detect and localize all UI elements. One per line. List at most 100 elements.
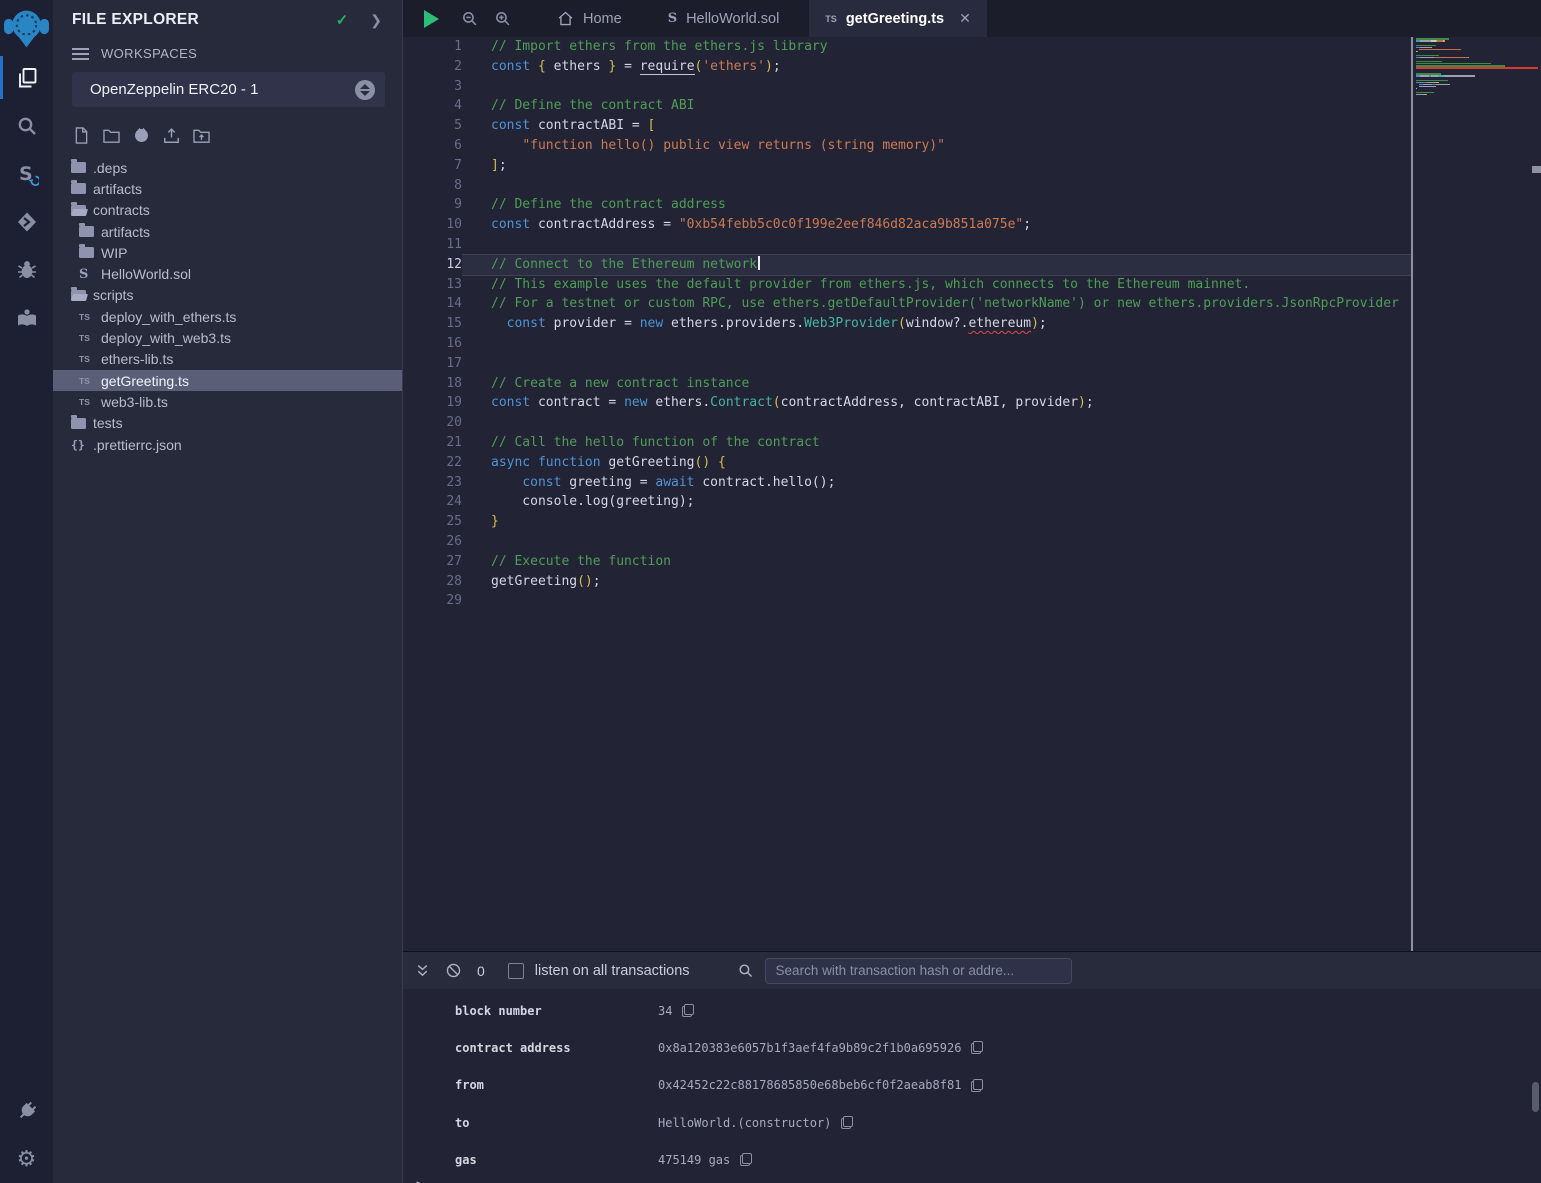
terminal-collapse-button[interactable]: [414, 962, 431, 979]
code-line-2[interactable]: 2const { ethers } = require('ethers');: [403, 57, 1411, 77]
tab-helloworld-sol[interactable]: S HelloWorld.sol: [652, 0, 796, 37]
sidebar-item-file-explorer[interactable]: [0, 54, 53, 102]
copy-icon[interactable]: [740, 1153, 752, 1166]
tree-item-artifacts[interactable]: artifacts: [53, 221, 402, 242]
new-file-icon[interactable]: [72, 126, 91, 145]
line-content: [462, 77, 1411, 97]
code-line-1[interactable]: 1// Import ethers from the ethers.js lib…: [403, 37, 1411, 57]
terminal-logs[interactable]: block number34contract address0x8a120383…: [403, 989, 1541, 1178]
tree-item-contracts[interactable]: contracts: [53, 200, 402, 221]
code-line-6[interactable]: 6 "function hello() public view returns …: [403, 136, 1411, 156]
sidebar-item-deploy-and-run[interactable]: [0, 198, 53, 246]
upload-folder-icon[interactable]: [192, 126, 211, 145]
clear-console-button[interactable]: [445, 962, 462, 979]
run-script-button[interactable]: [424, 10, 439, 28]
tree-item-getgreeting-ts[interactable]: TSgetGreeting.ts: [53, 370, 402, 391]
log-label: gas: [455, 1153, 658, 1167]
line-number: 13: [403, 275, 462, 295]
tree-item--deps[interactable]: .deps: [53, 157, 402, 178]
code-line-12[interactable]: 12// Connect to the Ethereum network: [403, 255, 1411, 275]
tree-item-web3-lib-ts[interactable]: TSweb3-lib.ts: [53, 391, 402, 412]
code-line-9[interactable]: 9// Define the contract address: [403, 195, 1411, 215]
code-line-28[interactable]: 28getGreeting();: [403, 572, 1411, 592]
code-line-14[interactable]: 14// For a testnet or custom RPC, use et…: [403, 294, 1411, 314]
zoom-out-button[interactable]: [461, 10, 478, 27]
code-line-19[interactable]: 19const contract = new ethers.Contract(c…: [403, 393, 1411, 413]
log-value: HelloWorld.(constructor): [658, 1116, 831, 1130]
tree-item-helloworld-sol[interactable]: SHelloWorld.sol: [53, 263, 402, 284]
tree-item-ethers-lib-ts[interactable]: TSethers-lib.ts: [53, 349, 402, 370]
code-line-25[interactable]: 25}: [403, 512, 1411, 532]
sidebar-item-debugger[interactable]: [0, 246, 53, 294]
code-line-18[interactable]: 18// Create a new contract instance: [403, 374, 1411, 394]
copy-icon[interactable]: [971, 1041, 983, 1054]
copy-icon[interactable]: [841, 1116, 853, 1129]
code-line-24[interactable]: 24 console.log(greeting);: [403, 492, 1411, 512]
ban-icon: [445, 962, 462, 979]
code-line-29[interactable]: 29: [403, 591, 1411, 611]
line-content: const contract = new ethers.Contract(con…: [462, 393, 1411, 413]
code-line-17[interactable]: 17: [403, 354, 1411, 374]
line-number: 2: [403, 57, 462, 77]
code-line-26[interactable]: 26: [403, 532, 1411, 552]
minimap[interactable]: [1416, 38, 1538, 98]
listen-label: listen on all transactions: [535, 963, 690, 979]
code-line-20[interactable]: 20: [403, 413, 1411, 433]
tree-item--prettierrc-json[interactable]: {}.prettierrc.json: [53, 434, 402, 455]
tree-item-scripts[interactable]: scripts: [53, 285, 402, 306]
code-editor[interactable]: 1// Import ethers from the ethers.js lib…: [403, 37, 1541, 951]
code-line-5[interactable]: 5const contractABI = [: [403, 116, 1411, 136]
tab-home[interactable]: Home: [541, 0, 638, 37]
tree-item-deploy-with-web3-ts[interactable]: TSdeploy_with_web3.ts: [53, 327, 402, 348]
github-clone-icon[interactable]: [132, 126, 151, 145]
code-line-21[interactable]: 21// Call the hello function of the cont…: [403, 433, 1411, 453]
tree-item-deploy-with-ethers-ts[interactable]: TSdeploy_with_ethers.ts: [53, 306, 402, 327]
code-line-27[interactable]: 27// Execute the function: [403, 552, 1411, 572]
line-number: 19: [403, 393, 462, 413]
line-number: 7: [403, 156, 462, 176]
code-line-15[interactable]: 15 const provider = new ethers.providers…: [403, 314, 1411, 334]
line-content: // Connect to the Ethereum network: [462, 255, 1411, 275]
workspace-select[interactable]: OpenZeppelin ERC20 - 1: [72, 72, 385, 107]
terminal-search-button[interactable]: [737, 962, 754, 979]
ts-file-icon: TS: [79, 397, 90, 407]
sidebar-item-plugin-manager[interactable]: [0, 1087, 53, 1135]
code-line-16[interactable]: 16: [403, 334, 1411, 354]
tree-item-label: deploy_with_web3.ts: [101, 330, 231, 346]
sidebar-item-settings[interactable]: ⚙: [0, 1135, 53, 1183]
tree-item-tests[interactable]: tests: [53, 413, 402, 434]
terminal-scrollbar[interactable]: [1532, 1082, 1539, 1112]
code-line-3[interactable]: 3: [403, 77, 1411, 97]
code-line-8[interactable]: 8: [403, 176, 1411, 196]
code-line-13[interactable]: 13// This example uses the default provi…: [403, 275, 1411, 295]
workspaces-menu-icon[interactable]: [72, 48, 89, 60]
zoom-in-button[interactable]: [494, 10, 511, 27]
code-line-7[interactable]: 7];: [403, 156, 1411, 176]
tab-getgreeting-ts[interactable]: TS getGreeting.ts ✕: [809, 0, 987, 37]
tree-item-artifacts[interactable]: artifacts: [53, 178, 402, 199]
sidebar-item-search[interactable]: [0, 102, 53, 150]
sidebar-item-learn[interactable]: [0, 294, 53, 342]
terminal-search-input[interactable]: [765, 958, 1072, 984]
code-line-4[interactable]: 4// Define the contract ABI: [403, 96, 1411, 116]
editor-scrollbar[interactable]: [1532, 166, 1541, 173]
code-line-10[interactable]: 10const contractAddress = "0xb54febb5c0c…: [403, 215, 1411, 235]
line-content: // Create a new contract instance: [462, 374, 1411, 394]
upload-file-icon[interactable]: [162, 126, 181, 145]
chevron-right-icon[interactable]: ❯: [370, 12, 382, 29]
code-line-22[interactable]: 22async function getGreeting() {: [403, 453, 1411, 473]
terminal-prompt[interactable]: >: [403, 1178, 1541, 1183]
code-line-23[interactable]: 23 const greeting = await contract.hello…: [403, 473, 1411, 493]
code-line-11[interactable]: 11: [403, 235, 1411, 255]
tree-item-wip[interactable]: WIP: [53, 242, 402, 263]
sidebar-item-solidity-compiler[interactable]: S: [0, 150, 53, 198]
copy-icon[interactable]: [971, 1079, 983, 1092]
tree-item-label: contracts: [93, 202, 150, 218]
remix-logo-icon[interactable]: [2, 2, 51, 54]
copy-icon[interactable]: [682, 1004, 694, 1017]
listen-checkbox[interactable]: [508, 963, 524, 979]
folder-icon: [71, 162, 86, 173]
new-folder-icon[interactable]: [102, 126, 121, 145]
tab-close-icon[interactable]: ✕: [959, 10, 971, 27]
solidity-compiler-icon: S: [15, 162, 39, 186]
